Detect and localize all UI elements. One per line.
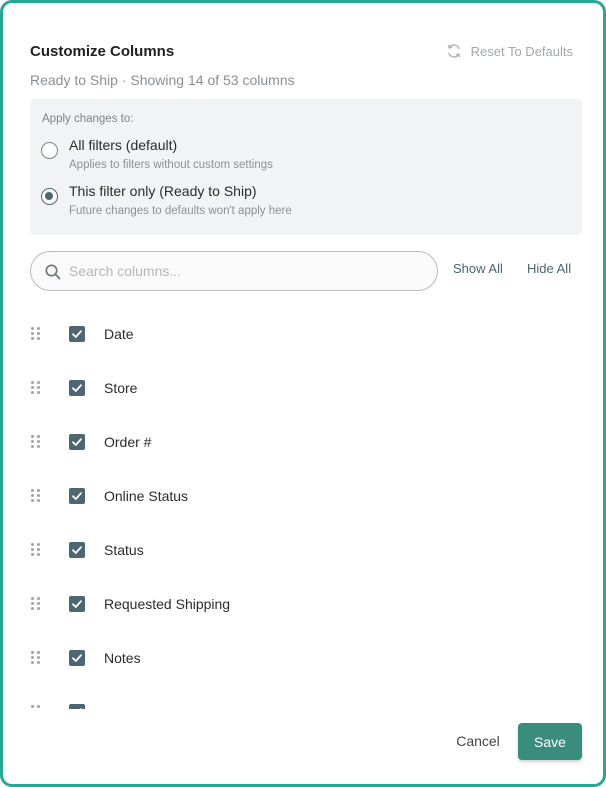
drag-handle-icon[interactable] (31, 651, 41, 665)
drag-handle-icon[interactable] (31, 381, 41, 395)
check-icon (72, 438, 82, 446)
column-row: Notes (3, 631, 603, 685)
drag-handle-icon[interactable] (31, 489, 41, 503)
check-icon (79, 708, 82, 709)
drag-handle-icon[interactable] (31, 543, 41, 557)
column-row (3, 685, 603, 709)
apply-changes-panel: Apply changes to: All filters (default) … (30, 99, 582, 235)
drag-handle-icon[interactable] (31, 435, 41, 449)
column-row: Store (3, 361, 603, 415)
check-icon (72, 654, 82, 662)
radio-button-checked[interactable] (41, 188, 58, 205)
column-row: Date (3, 307, 603, 361)
radio-title: This filter only (Ready to Ship) (69, 183, 257, 199)
search-icon (45, 264, 61, 280)
column-checkbox[interactable] (69, 596, 85, 612)
check-icon (72, 546, 82, 554)
column-checkbox[interactable] (69, 704, 85, 709)
reset-label: Reset To Defaults (470, 43, 573, 59)
apply-changes-label: Apply changes to: (42, 113, 134, 125)
column-label: Requested Shipping (104, 596, 231, 612)
dialog-title: Customize Columns (30, 43, 175, 60)
column-checkbox[interactable] (69, 488, 85, 504)
column-checkbox[interactable] (69, 542, 85, 558)
radio-all-filters[interactable]: All filters (default) Applies to filters… (41, 137, 561, 177)
column-label: Order # (104, 434, 152, 450)
column-row: Requested Shipping (3, 577, 603, 631)
radio-description: Future changes to defaults won't apply h… (69, 205, 292, 217)
refresh-icon (447, 44, 460, 58)
search-box (30, 251, 438, 291)
column-row: Online Status (3, 469, 603, 523)
drag-handle-icon[interactable] (31, 597, 41, 611)
drag-handle-icon[interactable] (31, 705, 41, 709)
column-checkbox[interactable] (69, 326, 85, 342)
dialog-subtitle: Ready to Ship · Showing 14 of 53 columns (30, 72, 295, 88)
column-row: Status (3, 523, 603, 577)
column-label: Status (104, 542, 144, 558)
check-icon (72, 330, 82, 338)
column-label: Date (104, 326, 134, 342)
check-icon (72, 600, 82, 608)
drag-handle-icon[interactable] (31, 327, 41, 341)
column-row: Order # (3, 415, 603, 469)
dialog-header: Customize Columns Reset To Defaults (30, 41, 573, 65)
save-button[interactable]: Save (518, 723, 582, 760)
reset-to-defaults-button[interactable]: Reset To Defaults (446, 43, 573, 59)
column-checkbox[interactable] (69, 434, 85, 450)
check-icon (72, 492, 82, 500)
cancel-button[interactable]: Cancel (447, 725, 509, 757)
radio-title: All filters (default) (69, 137, 178, 153)
hide-all-button[interactable]: Hide All (527, 261, 571, 276)
column-checkbox[interactable] (69, 650, 85, 666)
radio-this-filter-only[interactable]: This filter only (Ready to Ship) Future … (41, 183, 561, 223)
column-label: Store (104, 380, 138, 396)
radio-button[interactable] (41, 142, 58, 159)
search-input[interactable] (69, 261, 424, 281)
customize-columns-dialog: Customize Columns Reset To Defaults Read… (0, 0, 606, 787)
radio-description: Applies to filters without custom settin… (69, 159, 273, 171)
check-icon (72, 384, 82, 392)
column-label: Notes (104, 650, 141, 666)
column-list: Date Store Order # Online Status Status … (3, 307, 603, 709)
column-label: Online Status (104, 488, 189, 504)
show-all-button[interactable]: Show All (453, 261, 503, 276)
column-checkbox[interactable] (69, 380, 85, 396)
